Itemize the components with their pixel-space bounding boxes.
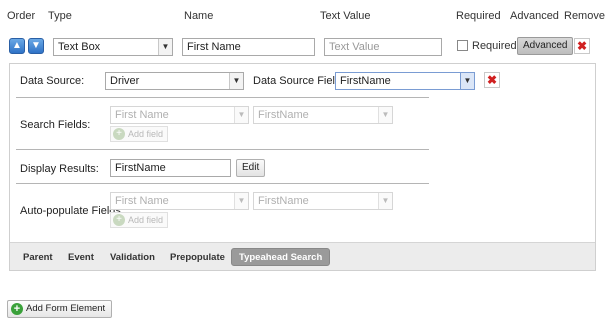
data-source-select[interactable]: Driver ▼: [105, 72, 244, 90]
add-form-element-button[interactable]: + Add Form Element: [7, 300, 113, 318]
display-results-input[interactable]: FirstName: [110, 159, 231, 177]
data-source-value: Driver: [110, 75, 140, 87]
move-down-button[interactable]: ▼: [28, 38, 44, 54]
search-add-field-button[interactable]: + Add field: [110, 126, 169, 142]
autopopulate-select-2[interactable]: FirstName ▼: [253, 192, 393, 210]
search-field-select-2[interactable]: FirstName ▼: [253, 106, 393, 124]
move-up-button[interactable]: ▲: [9, 38, 25, 54]
search-add-field-label: Add field: [128, 129, 164, 139]
data-source-field-label: Data Source Field:: [253, 75, 345, 87]
search-field-1-value: First Name: [115, 109, 169, 121]
arrow-down-icon: ▼: [31, 40, 41, 51]
remove-button[interactable]: ✖: [574, 38, 590, 54]
text-value-input[interactable]: Text Value: [324, 38, 442, 56]
autopopulate-select-1[interactable]: First Name ▼: [110, 192, 249, 210]
data-source-field-select[interactable]: FirstName ▼: [335, 72, 475, 90]
search-field-select-1[interactable]: First Name ▼: [110, 106, 249, 124]
chevron-down-icon: ▼: [378, 193, 392, 209]
header-required: Required: [456, 10, 501, 22]
advanced-tab-bar: Parent Event Validation Prepopulate Type…: [10, 242, 595, 270]
chevron-down-icon: ▼: [460, 73, 474, 89]
header-remove: Remove: [564, 10, 605, 22]
plus-icon: +: [113, 128, 125, 140]
tab-typeahead-search[interactable]: Typeahead Search: [231, 248, 331, 266]
header-text-value: Text Value: [320, 10, 371, 22]
chevron-down-icon: ▼: [378, 107, 392, 123]
tab-prepopulate[interactable]: Prepopulate: [170, 252, 225, 263]
autopopulate-add-field-label: Add field: [128, 215, 164, 225]
header-type: Type: [48, 10, 72, 22]
x-icon: ✖: [486, 73, 498, 87]
header-name: Name: [184, 10, 214, 22]
edit-button[interactable]: Edit: [236, 159, 266, 177]
plus-icon: +: [113, 214, 125, 226]
autopopulate-add-field-button[interactable]: + Add field: [110, 212, 169, 228]
data-source-field-value: FirstName: [340, 75, 391, 87]
autopopulate-field-2-value: FirstName: [258, 195, 309, 207]
tab-event[interactable]: Event: [68, 252, 94, 263]
required-checkbox-label: Required: [472, 40, 517, 52]
chevron-down-icon: ▼: [234, 193, 248, 209]
tab-parent[interactable]: Parent: [23, 252, 53, 263]
arrow-up-icon: ▲: [12, 40, 22, 51]
chevron-down-icon: ▼: [158, 39, 172, 55]
display-results-label: Display Results:: [20, 163, 99, 175]
plus-icon: +: [11, 303, 23, 315]
header-advanced: Advanced: [510, 10, 559, 22]
name-input[interactable]: First Name: [182, 38, 315, 56]
chevron-down-icon: ▼: [229, 73, 243, 89]
advanced-button[interactable]: Advanced: [517, 37, 574, 55]
divider: [16, 97, 429, 98]
divider: [16, 183, 429, 184]
required-checkbox[interactable]: [457, 40, 468, 51]
search-fields-label: Search Fields:: [20, 119, 91, 131]
autopopulate-label: Auto-populate Fields:: [20, 205, 124, 217]
remove-data-source-button[interactable]: ✖: [484, 72, 500, 88]
type-select-value: Text Box: [58, 41, 101, 53]
chevron-down-icon: ▼: [234, 107, 248, 123]
add-form-element-label: Add Form Element: [26, 303, 106, 314]
autopopulate-field-1-value: First Name: [115, 195, 169, 207]
search-field-2-value: FirstName: [258, 109, 309, 121]
tab-validation[interactable]: Validation: [110, 252, 155, 263]
type-select[interactable]: Text Box ▼: [53, 38, 173, 56]
x-icon: ✖: [576, 39, 588, 53]
data-source-label: Data Source:: [20, 75, 85, 87]
divider: [16, 149, 429, 150]
header-order: Order: [7, 10, 36, 22]
